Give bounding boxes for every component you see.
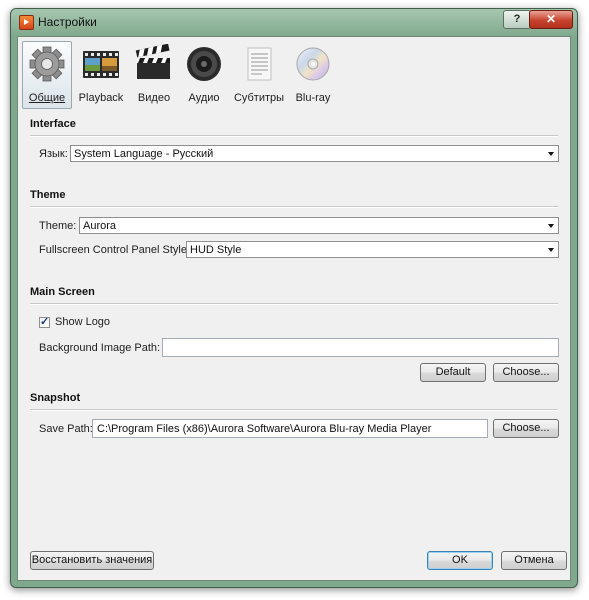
app-logo-icon	[19, 15, 34, 30]
tab-subtitles[interactable]: Субтитры	[230, 41, 288, 109]
language-value: System Language - Русский	[74, 148, 214, 160]
divider	[30, 409, 558, 411]
disc-icon	[294, 44, 332, 84]
dropdown-arrow-icon	[548, 224, 554, 228]
close-button[interactable]: ✕	[529, 10, 573, 29]
speaker-icon	[185, 44, 223, 84]
cancel-button[interactable]: Отмена	[501, 551, 567, 570]
category-toolbar: Общие Playback Видео Аудио Субтитры Blu-…	[18, 37, 570, 113]
fullscreen-style-select[interactable]: HUD Style	[186, 241, 559, 258]
bg-image-path-value[interactable]	[163, 339, 558, 356]
tab-label: Playback	[78, 92, 124, 104]
tab-label: Общие	[28, 92, 66, 104]
film-strip-icon	[82, 44, 120, 84]
save-path-label: Save Path:	[39, 423, 93, 435]
bg-image-path-input[interactable]	[162, 338, 559, 357]
choose-bg-button[interactable]: Choose...	[493, 363, 559, 382]
tab-label: Видео	[137, 92, 171, 104]
tab-playback[interactable]: Playback	[74, 41, 128, 109]
bg-image-path-label: Background Image Path:	[39, 342, 161, 354]
settings-window: Настройки ? ✕ Общие Playback Видео Аудио…	[10, 8, 578, 588]
language-label: Язык:	[39, 148, 68, 160]
default-button[interactable]: Default	[420, 363, 486, 382]
document-icon	[240, 44, 278, 84]
section-title-main-screen: Main Screen	[30, 286, 95, 298]
save-path-value[interactable]	[93, 420, 487, 437]
gear-icon	[28, 44, 66, 84]
divider	[30, 206, 558, 208]
tab-audio[interactable]: Аудио	[180, 41, 228, 109]
dropdown-arrow-icon	[548, 248, 554, 252]
tab-general[interactable]: Общие	[22, 41, 72, 109]
dropdown-arrow-icon	[548, 152, 554, 156]
restore-defaults-button[interactable]: Восстановить значения	[30, 551, 154, 570]
tab-label: Субтитры	[233, 92, 285, 104]
section-title-snapshot: Snapshot	[30, 392, 81, 404]
theme-select[interactable]: Aurora	[79, 217, 559, 234]
clapperboard-icon	[135, 43, 173, 84]
section-title-theme: Theme	[30, 189, 66, 201]
divider	[30, 303, 558, 305]
theme-label: Theme:	[39, 220, 77, 232]
section-title-interface: Interface	[30, 118, 76, 130]
save-path-input[interactable]	[92, 419, 488, 438]
show-logo-checkbox[interactable]	[39, 315, 50, 328]
window-title: Настройки	[38, 15, 97, 29]
divider	[30, 135, 558, 137]
fullscreen-style-label: Fullscreen Control Panel Style:	[39, 244, 191, 256]
theme-value: Aurora	[83, 220, 117, 232]
title-bar[interactable]: Настройки ? ✕	[11, 9, 577, 35]
tab-label: Аудио	[188, 92, 220, 104]
tab-label: Blu-ray	[295, 92, 331, 104]
ok-button[interactable]: OK	[427, 551, 493, 570]
choose-save-path-button[interactable]: Choose...	[493, 419, 559, 438]
dialog-body: Общие Playback Видео Аудио Субтитры Blu-…	[17, 36, 571, 581]
tab-bluray[interactable]: Blu-ray	[290, 41, 336, 109]
tab-video[interactable]: Видео	[130, 41, 178, 109]
language-select[interactable]: System Language - Русский	[70, 145, 559, 162]
fullscreen-style-value: HUD Style	[190, 244, 242, 256]
show-logo-label: Show Logo	[55, 316, 111, 328]
help-button[interactable]: ?	[503, 10, 531, 29]
